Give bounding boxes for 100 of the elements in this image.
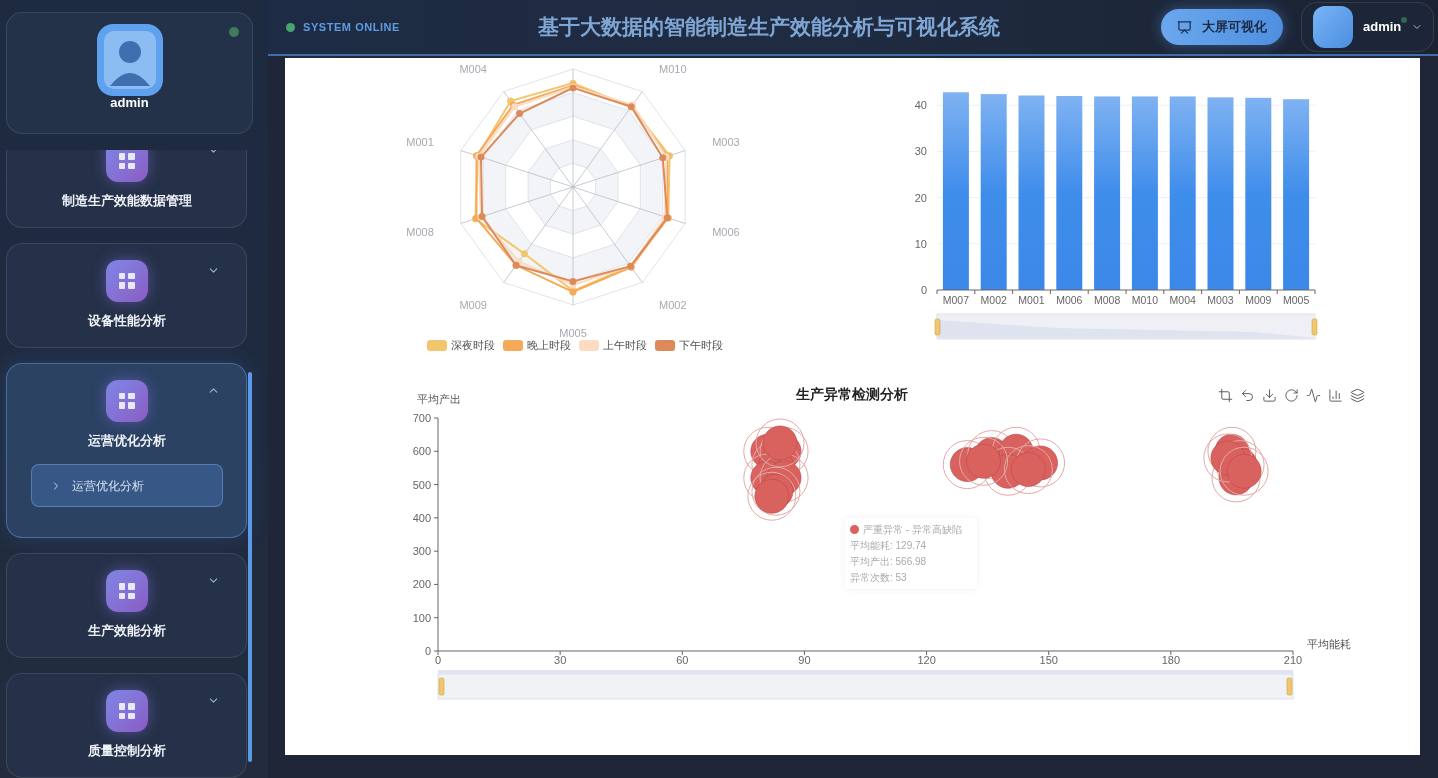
axis-tick-label: M009 <box>1245 294 1272 306</box>
download-icon[interactable] <box>1262 388 1277 403</box>
bar[interactable] <box>1169 96 1196 290</box>
axis-tick-label: 700 <box>412 412 431 424</box>
axis-tick-label: M006 <box>1056 294 1083 306</box>
axis-tick-label: 150 <box>1039 654 1058 666</box>
zoom-reset-icon[interactable] <box>1240 388 1255 403</box>
bar[interactable] <box>1283 99 1310 290</box>
bar[interactable] <box>1018 95 1045 290</box>
axis-tick-label: 30 <box>554 654 567 666</box>
bar[interactable] <box>1207 97 1234 290</box>
axis-tick-label: M005 <box>1282 294 1310 306</box>
bar-chart-icon[interactable] <box>1328 388 1343 403</box>
grid-icon <box>105 379 148 422</box>
radar-axis-label: M004 <box>459 62 487 75</box>
tooltip-line: 平均能耗: 129.74 <box>850 539 928 553</box>
bigscreen-button[interactable]: 大屏可视化 <box>1161 9 1283 45</box>
axis-tick-label: 210 <box>1283 654 1303 666</box>
line-chart-icon[interactable] <box>1306 388 1321 403</box>
axis-tick-label: M002 <box>980 294 1007 306</box>
scatter-point[interactable] <box>755 418 805 468</box>
axis-tick-label: 10 <box>914 237 927 250</box>
axis-title: 平均能耗 <box>1307 638 1351 650</box>
tooltip-series: 严重异常 - 异常高缺陷 <box>863 523 962 537</box>
radar-axis-label: M003 <box>712 135 740 148</box>
menu-card[interactable]: 运营优化分析 运营优化分析 <box>6 362 247 539</box>
grid-icon <box>105 690 148 732</box>
bar[interactable] <box>1131 96 1158 290</box>
axis-tick-label: 300 <box>412 545 431 558</box>
zoom-icon[interactable] <box>1218 388 1233 403</box>
menu-title: 制造生产效能数据管理 <box>61 193 192 210</box>
axis-title: 平均产出 <box>417 393 461 405</box>
axis-tick-label: M007 <box>942 294 970 306</box>
radar-axis-label: M010 <box>659 62 687 75</box>
axis-tick-label: 0 <box>434 654 442 666</box>
scatter-point[interactable] <box>1219 446 1269 496</box>
system-title: 基于大数据的智能制造生产效能分析与可视化系统 <box>538 14 1000 41</box>
scrollbar[interactable] <box>248 372 252 762</box>
axis-tick-label: 400 <box>412 511 431 524</box>
axis-tick-label: M001 <box>1018 294 1045 306</box>
refresh-icon[interactable] <box>1284 388 1299 403</box>
menu-card[interactable]: 设备性能分析 <box>6 242 247 348</box>
axis-tick-label: 120 <box>917 654 936 666</box>
legend-item[interactable]: 晚上时段 <box>503 339 571 351</box>
axis-tick-label: 0 <box>920 284 927 296</box>
avatar <box>96 24 163 96</box>
bar[interactable] <box>1094 96 1121 290</box>
grid-icon <box>105 150 148 182</box>
bar[interactable] <box>980 94 1007 290</box>
user-menu[interactable]: admin <box>1301 2 1434 52</box>
axis-tick-label: M008 <box>1093 294 1121 306</box>
axis-tick-label: 30 <box>914 145 927 158</box>
data-zoom-slider[interactable] <box>437 670 1294 700</box>
bar[interactable] <box>1056 95 1083 290</box>
legend-item[interactable]: 上午时段 <box>579 339 647 351</box>
scatter-point[interactable] <box>959 436 1009 486</box>
grid-icon <box>105 259 148 302</box>
grid-icon <box>105 570 148 613</box>
axis-tick-label: 100 <box>412 611 431 624</box>
submenu-item[interactable]: 运营优化分析 <box>30 464 223 508</box>
scatter-point[interactable] <box>747 471 797 521</box>
axis-tick-label: 60 <box>676 654 689 666</box>
axis-tick-label: 90 <box>798 654 811 666</box>
axis-tick-label: 20 <box>914 191 927 204</box>
user-name: admin <box>1363 18 1402 37</box>
axis-tick-label: 200 <box>412 578 431 591</box>
menu-card[interactable]: 制造生产效能数据管理 <box>6 150 247 228</box>
radar-axis-label: M009 <box>459 299 487 312</box>
legend-item[interactable]: 深夜时段 <box>427 339 495 351</box>
bar[interactable] <box>1245 97 1272 290</box>
radar-axis-label: M005 <box>559 327 587 340</box>
menu-title: 设备性能分析 <box>87 312 166 330</box>
submenu-label: 运营优化分析 <box>71 477 144 495</box>
status-text: SYSTEM ONLINE <box>303 19 400 35</box>
menu-card[interactable]: 生产效能分析 <box>6 553 247 658</box>
layers-icon[interactable] <box>1350 388 1365 403</box>
axis-tick-label: M004 <box>1169 294 1196 306</box>
legend-item[interactable]: 下午时段 <box>655 339 723 351</box>
menu-title: 生产效能分析 <box>87 623 166 641</box>
scatter-point[interactable] <box>1003 445 1053 495</box>
user-avatar <box>1313 6 1353 48</box>
tooltip-line: 异常次数: 53 <box>850 571 908 585</box>
radar-axis-label: M002 <box>659 299 687 312</box>
axis-tick-label: M003 <box>1207 294 1234 306</box>
menu-card[interactable]: 质量控制分析 <box>6 673 247 778</box>
bar[interactable] <box>942 92 969 290</box>
axis-tick-label: 500 <box>412 478 431 491</box>
radar-axis-label: M001 <box>406 135 434 148</box>
chart-title: 生产异常检测分析 <box>796 387 908 402</box>
menu-title: 质量控制分析 <box>87 743 166 760</box>
profile-name: admin <box>110 94 149 112</box>
radar-axis-label: M006 <box>712 226 740 239</box>
tooltip-line: 平均产出: 566.98 <box>850 555 928 569</box>
axis-tick-label: 600 <box>412 445 431 458</box>
axis-tick-label: M010 <box>1131 294 1159 306</box>
axis-tick-label: 180 <box>1161 654 1181 666</box>
axis-tick-label: 0 <box>424 645 431 657</box>
data-zoom-slider[interactable] <box>934 313 1318 340</box>
menu-title: 运营优化分析 <box>87 432 166 450</box>
axis-tick-label: 40 <box>914 99 927 112</box>
